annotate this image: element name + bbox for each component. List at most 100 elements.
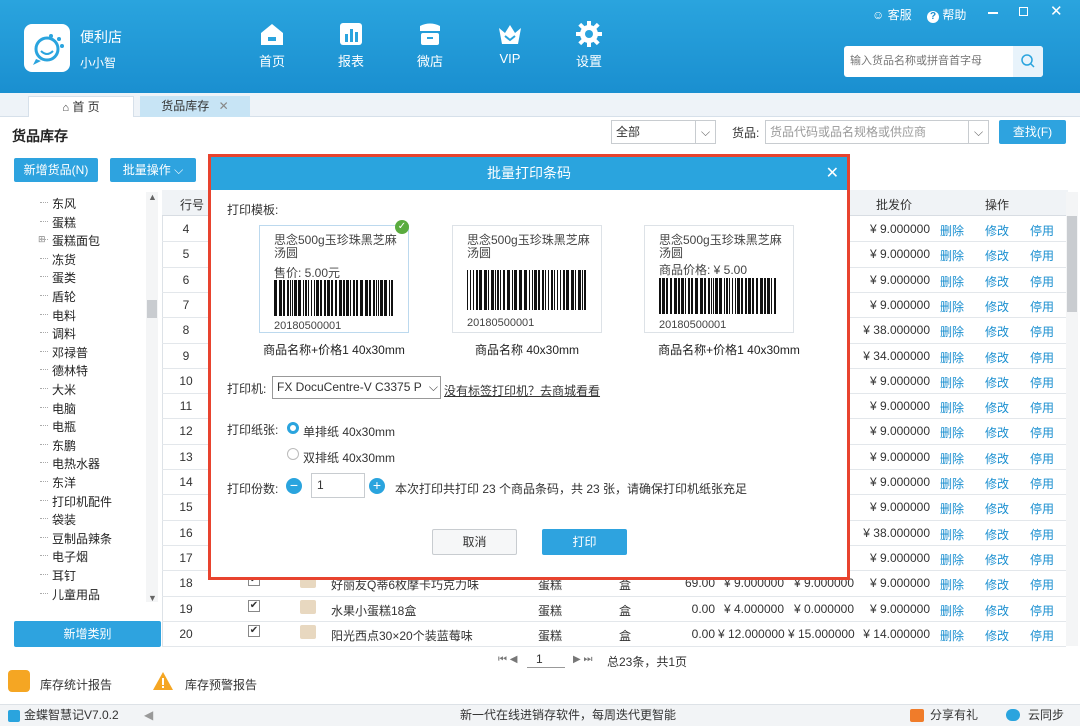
print-button[interactable]: 打印 [542,529,627,555]
tab-inventory[interactable]: 货品库存 ✕ [140,96,250,117]
tree-item[interactable]: 蛋糕 [40,214,76,231]
tree-item[interactable]: 儿童用品 [40,586,100,603]
nav-settings[interactable]: 设置 [559,20,619,70]
disable-link[interactable]: 停用 [1030,222,1054,239]
disable-link[interactable]: 停用 [1030,424,1054,441]
scroll-down-icon[interactable]: ▼ [148,593,157,603]
search-button[interactable] [1013,46,1043,77]
edit-link[interactable]: 修改 [985,475,1009,492]
edit-link[interactable]: 修改 [985,602,1009,619]
copies-input[interactable]: 1 [311,473,365,498]
increment-icon[interactable]: + [369,478,385,494]
delete-link[interactable]: 删除 [940,424,964,441]
disable-link[interactable]: 停用 [1030,450,1054,467]
delete-link[interactable]: 删除 [940,222,964,239]
paper-radio-double[interactable] [287,448,299,460]
decrement-icon[interactable]: − [286,478,302,494]
tree-item[interactable]: 电料 [40,307,76,324]
tree-item[interactable]: 电子烟 [40,548,88,565]
delete-link[interactable]: 删除 [940,526,964,543]
tree-item[interactable]: 豆制品辣条 [40,530,112,547]
tree-item[interactable]: 邓禄普 [40,344,88,361]
disable-link[interactable]: 停用 [1030,399,1054,416]
disable-link[interactable]: 停用 [1030,349,1054,366]
disable-link[interactable]: 停用 [1030,526,1054,543]
edit-link[interactable]: 修改 [985,450,1009,467]
tree-item[interactable]: 大米 [40,381,76,398]
edit-link[interactable]: 修改 [985,323,1009,340]
tree-item[interactable]: 冻货 [40,251,76,268]
edit-link[interactable]: 修改 [985,222,1009,239]
pager-next-last[interactable]: ▶ ⏭ [573,654,592,665]
edit-link[interactable]: 修改 [985,349,1009,366]
disable-link[interactable]: 停用 [1030,247,1054,264]
delete-link[interactable]: 删除 [940,273,964,290]
disable-link[interactable]: 停用 [1030,475,1054,492]
pager-first-prev[interactable]: ⏮ ◀ [498,654,517,665]
edit-link[interactable]: 修改 [985,374,1009,391]
delete-link[interactable]: 删除 [940,475,964,492]
tab-home[interactable]: ⌂ 首 页 [28,96,134,117]
cancel-button[interactable]: 取消 [432,529,517,555]
tree-item[interactable]: 电瓶 [40,418,76,435]
close-icon[interactable]: ✕ [219,99,229,113]
tree-item[interactable]: 蛋糕面包 [40,232,100,249]
template-card-1[interactable]: 思念500g玉珍珠黑芝麻汤圆 售价: 5.00元 20180500001 [259,225,409,333]
delete-link[interactable]: 删除 [940,576,964,593]
scroll-up-icon[interactable]: ▲ [148,192,157,202]
disable-link[interactable]: 停用 [1030,576,1054,593]
search-input[interactable] [850,52,1008,70]
tree-item[interactable]: 东鹏 [40,437,76,454]
tree-item[interactable]: 蛋类 [40,269,76,286]
disable-link[interactable]: 停用 [1030,298,1054,315]
batch-ops-button[interactable]: 批量操作 ⌵ [110,158,196,182]
delete-link[interactable]: 删除 [940,602,964,619]
printer-shop-link[interactable]: 没有标签打印机？去商城看看 [444,382,600,399]
tree-item[interactable]: 盾轮 [40,288,76,305]
template-card-2[interactable]: 思念500g玉珍珠黑芝麻汤圆 20180500001 [452,225,602,333]
close-window-icon[interactable]: ✕ [1050,2,1063,20]
disable-link[interactable]: 停用 [1030,273,1054,290]
disable-link[interactable]: 停用 [1030,323,1054,340]
edit-link[interactable]: 修改 [985,627,1009,644]
table-scrollbar[interactable] [1066,192,1078,646]
tree-item[interactable]: 东风 [40,195,76,212]
service-link[interactable]: ☺ 客服 [872,6,912,23]
edit-link[interactable]: 修改 [985,551,1009,568]
paper-radio-single[interactable] [287,422,299,434]
tree-scroll-thumb[interactable] [147,300,157,318]
tree-item[interactable]: 电热水器 [40,455,100,472]
edit-link[interactable]: 修改 [985,273,1009,290]
tree-item[interactable]: 电脑 [40,400,76,417]
delete-link[interactable]: 删除 [940,374,964,391]
table-scroll-thumb[interactable] [1067,216,1077,312]
disable-link[interactable]: 停用 [1030,602,1054,619]
find-button[interactable]: 查找(F) [999,120,1066,144]
close-icon[interactable]: ✕ [826,157,839,190]
tree-item[interactable]: 袋装 [40,511,76,528]
edit-link[interactable]: 修改 [985,298,1009,315]
delete-link[interactable]: 删除 [940,399,964,416]
help-link[interactable]: ? 帮助 [927,6,966,23]
tree-item[interactable]: 调料 [40,325,76,342]
tree-item[interactable]: 耳钉 [40,567,76,584]
disable-link[interactable]: 停用 [1030,500,1054,517]
speaker-icon[interactable]: ◀ [144,705,153,726]
maximize-icon[interactable] [1019,7,1028,16]
minimize-icon[interactable] [988,12,998,14]
delete-link[interactable]: 删除 [940,627,964,644]
stat-report-link[interactable]: 库存统计报告 [40,676,112,693]
row-checkbox[interactable]: ✔ [248,599,260,612]
nav-vip[interactable]: VIP [480,20,540,66]
add-goods-button[interactable]: 新增货品(N) [14,158,98,182]
delete-link[interactable]: 删除 [940,349,964,366]
edit-link[interactable]: 修改 [985,576,1009,593]
nav-home[interactable]: 首页 [242,20,302,70]
goods-search-combo[interactable]: 货品代码或品名规格或供应商 ⌵ [765,120,989,144]
edit-link[interactable]: 修改 [985,424,1009,441]
cloud-sync-link[interactable]: 云同步 [1028,705,1064,726]
delete-link[interactable]: 删除 [940,551,964,568]
delete-link[interactable]: 删除 [940,298,964,315]
edit-link[interactable]: 修改 [985,500,1009,517]
nav-store[interactable]: 微店 [400,20,460,70]
